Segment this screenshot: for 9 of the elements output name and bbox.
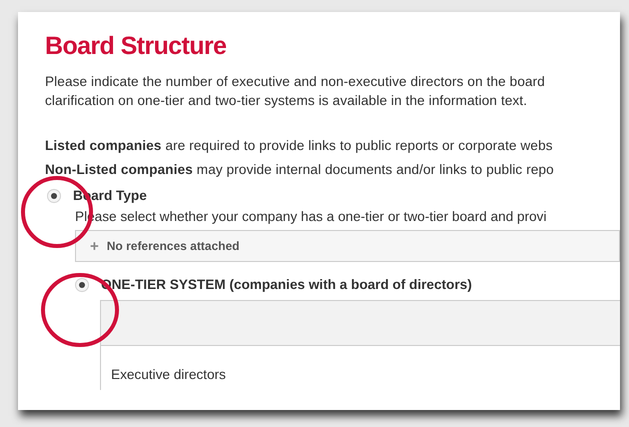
- references-box[interactable]: + No references attached: [75, 230, 620, 262]
- page-title: Board Structure: [45, 32, 226, 60]
- radio-button[interactable]: [47, 188, 61, 202]
- note-text: Listed companies are required to provide links to public reports or corporate webs: [45, 137, 553, 155]
- intro-text: Please indicate the number of executive and non-executive directors on the board clarification on one-tier and two-tier systems is available in the information text.: [45, 73, 545, 110]
- radio-button[interactable]: [75, 278, 89, 292]
- field-label: Executive directors: [110, 366, 227, 384]
- note-text: Non-Listed companies may provide internal documents and/or links to public repo: [45, 161, 554, 179]
- references-text: No references attached: [106, 239, 240, 253]
